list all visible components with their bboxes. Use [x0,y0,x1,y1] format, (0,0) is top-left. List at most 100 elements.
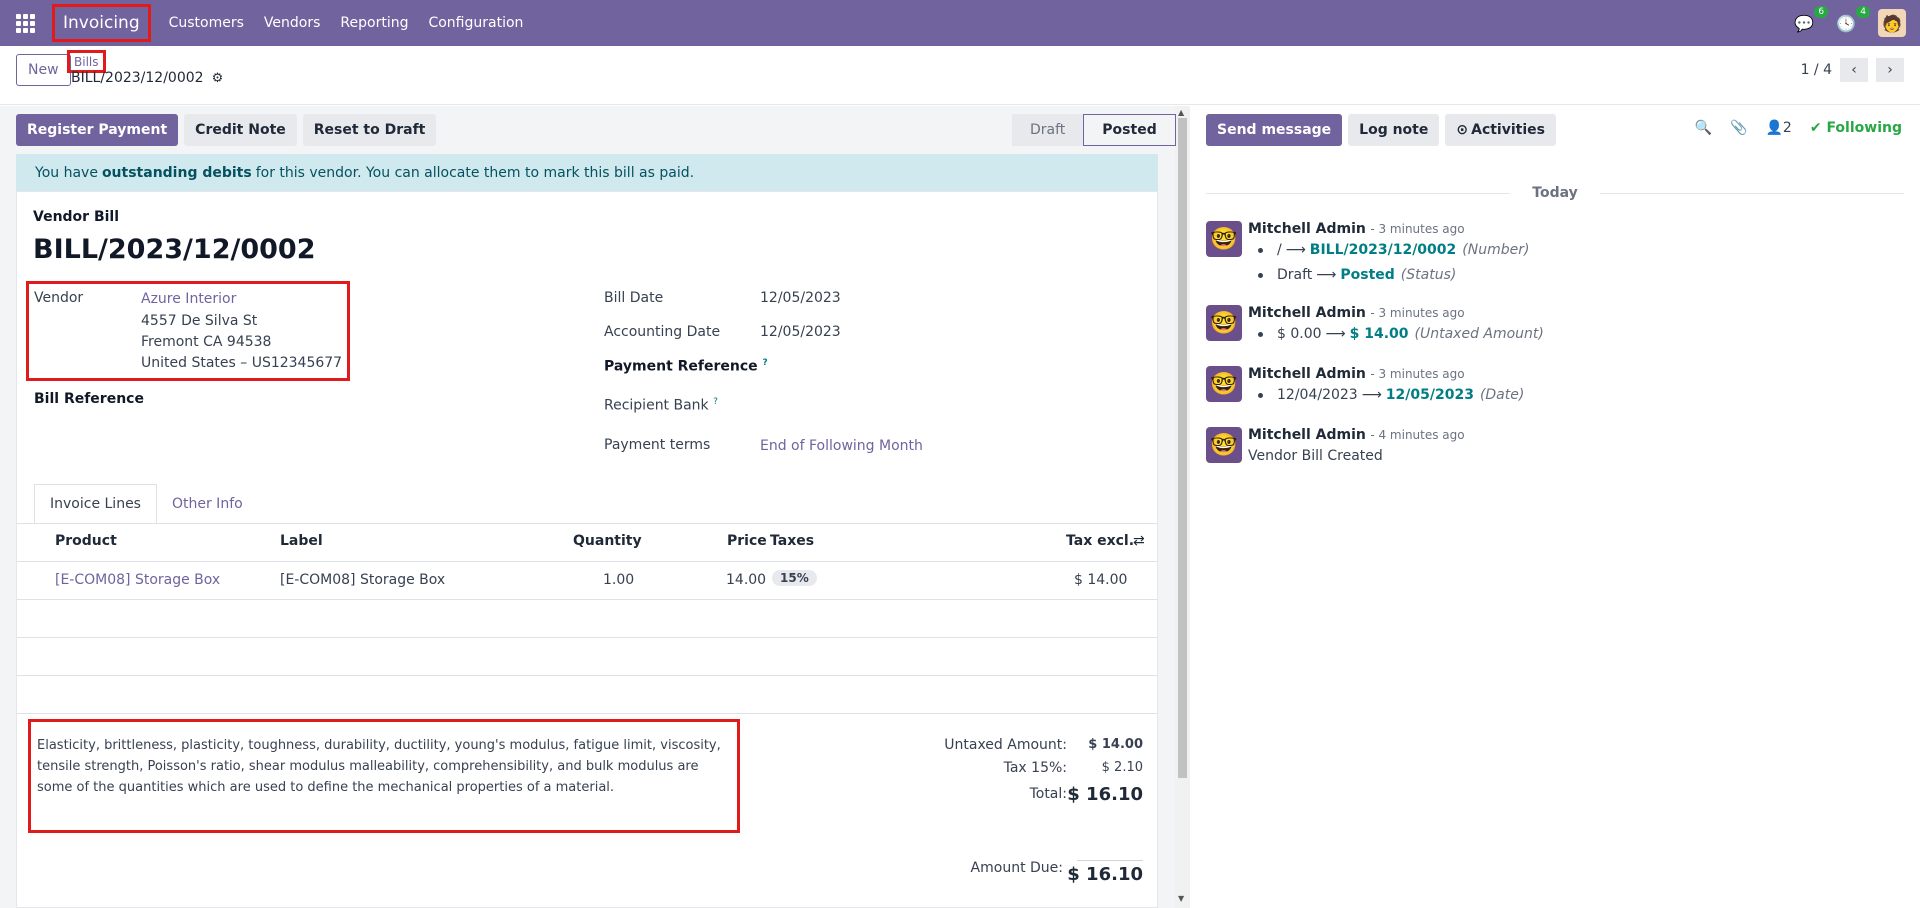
tabs-divider [17,523,1157,524]
message-author[interactable]: Mitchell Admin [1248,305,1366,321]
menu-reporting[interactable]: Reporting [330,15,418,31]
stage-draft[interactable]: Draft [1012,114,1084,146]
stage-posted[interactable]: Posted [1083,114,1176,146]
scrollbar-thumb[interactable] [1178,118,1187,778]
message-author[interactable]: Mitchell Admin [1248,366,1366,382]
payment-reference-help-icon[interactable]: ? [763,358,768,368]
menu-configuration[interactable]: Configuration [418,15,533,31]
menu-vendors[interactable]: Vendors [254,15,330,31]
bill-date-value[interactable]: 12/05/2023 [760,290,841,306]
optional-columns-icon[interactable]: ⇄ [1133,533,1145,549]
main-menu: Customers Vendors Reporting Configuratio… [159,15,534,31]
untaxed-amount-label: Untaxed Amount: [944,737,1067,753]
col-tax-excl-header[interactable]: Tax excl. [1066,533,1134,549]
breadcrumb-current-label: BILL/2023/12/0002 [71,70,204,86]
send-message-button[interactable]: Send message [1206,114,1343,146]
message-time: - 3 minutes ago [1370,222,1465,236]
scroll-down-icon[interactable]: ▼ [1178,894,1184,903]
user-icon: 👤 [1765,120,1783,136]
messages-count-badge: 6 [1814,5,1829,18]
alert-suffix: for this vendor. You can allocate them t… [255,165,695,181]
menu-customers[interactable]: Customers [159,15,254,31]
recipient-bank-label: Recipient Bank ? [604,397,718,414]
author-avatar[interactable]: 🤓 [1206,366,1242,402]
form-scrollbar[interactable]: ▲ ▼ [1175,106,1190,908]
tracking-field: (Untaxed Amount) [1414,326,1544,342]
tracking-value: / ⟶ BILL/2023/12/0002 (Number) [1258,242,1529,258]
chatter-buttons: Send message Log note ⊙ Activities [1206,114,1556,146]
line-quantity[interactable]: 1.00 [603,572,634,588]
message-time: - 4 minutes ago [1370,428,1465,442]
reset-to-draft-button[interactable]: Reset to Draft [302,114,437,146]
pager-next-icon[interactable]: › [1876,58,1904,82]
bill-reference-label: Bill Reference [34,391,144,407]
arrow-right-icon: ⟶ [1316,267,1337,283]
message-item: 🤓 Mitchell Admin - 3 minutes ago $ 0.00 ⟶… [1206,305,1896,345]
payment-terms-value[interactable]: End of Following Month [760,438,923,454]
recipient-bank-text: Recipient Bank [604,397,709,414]
followers-button[interactable]: 👤2 [1765,120,1791,136]
tab-other-info[interactable]: Other Info [157,484,258,524]
message-author[interactable]: Mitchell Admin [1248,221,1366,237]
tracking-new: $ 14.00 [1349,326,1409,342]
message-header: Mitchell Admin - 3 minutes ago [1248,366,1465,382]
row-divider [17,599,1157,600]
recipient-bank-help-icon[interactable]: ? [713,397,718,407]
line-product[interactable]: [E-COM08] Storage Box [55,572,220,588]
gear-icon[interactable]: ⚙ [212,71,224,86]
activities-button[interactable]: ⊙ Activities [1445,114,1556,146]
pager-value[interactable]: 1 / 4 [1801,62,1832,78]
amount-due-divider [1077,860,1143,861]
vendor-name[interactable]: Azure Interior [141,291,236,307]
line-tax-badge[interactable]: 15% [772,570,817,586]
tracking-old: 12/04/2023 [1277,387,1358,403]
author-avatar[interactable]: 🤓 [1206,427,1242,463]
user-avatar[interactable]: 🧑 [1878,9,1906,37]
date-separator-label: Today [1532,185,1578,201]
line-label[interactable]: [E-COM08] Storage Box [280,572,445,588]
tracking-field: (Date) [1479,387,1525,403]
paperclip-icon[interactable]: 📎 [1730,120,1747,136]
pager-previous-icon[interactable]: ‹ [1840,58,1868,82]
arrow-right-icon: ⟶ [1285,242,1306,258]
accounting-date-label: Accounting Date [604,324,721,340]
col-label-header[interactable]: Label [280,533,323,549]
author-avatar[interactable]: 🤓 [1206,221,1242,257]
message-header: Mitchell Admin - 4 minutes ago [1248,427,1465,443]
col-product-header[interactable]: Product [55,533,117,549]
tracking-new: Posted [1340,267,1395,283]
col-price-header[interactable]: Price [727,533,767,549]
line-price[interactable]: 14.00 [726,572,766,588]
log-note-button[interactable]: Log note [1348,114,1440,146]
tracking-old: $ 0.00 [1277,326,1322,342]
tax-label: Tax 15%: [1003,760,1067,776]
accounting-date-value[interactable]: 12/05/2023 [760,324,841,340]
breadcrumb-current: BILL/2023/12/0002 ⚙ [71,70,223,86]
outstanding-debits-alert: You have outstanding debits for this ven… [16,154,1158,192]
scroll-up-icon[interactable]: ▲ [1178,108,1184,117]
credit-note-button[interactable]: Credit Note [184,114,297,146]
payment-reference-label: Payment Reference ? [604,358,768,375]
register-payment-button[interactable]: Register Payment [16,114,179,146]
bill-date-label: Bill Date [604,290,664,306]
alert-bold-link[interactable]: outstanding debits [102,165,252,181]
app-name-invoicing[interactable]: Invoicing [52,4,151,42]
total-value: $ 16.10 [1067,784,1143,805]
terms-notes-text[interactable]: Elasticity, brittleness, plasticity, tou… [37,735,737,798]
message-body: Vendor Bill Created [1248,448,1383,464]
arrow-right-icon: ⟶ [1325,326,1346,342]
messages-icon[interactable]: 💬 6 [1794,5,1829,33]
search-icon[interactable]: 🔍 [1695,120,1712,136]
alert-prefix: You have [35,165,98,181]
row-divider [17,713,1157,714]
col-taxes-header[interactable]: Taxes [770,533,814,549]
message-header: Mitchell Admin - 3 minutes ago [1248,221,1465,237]
tab-invoice-lines[interactable]: Invoice Lines [34,484,157,524]
col-quantity-header[interactable]: Quantity [573,533,642,549]
new-button[interactable]: New [16,54,71,86]
message-author[interactable]: Mitchell Admin [1248,427,1366,443]
following-button[interactable]: ✔ Following [1810,120,1902,136]
apps-menu-icon[interactable] [16,12,42,34]
activities-clock-icon[interactable]: 🕓 4 [1836,5,1870,33]
author-avatar[interactable]: 🤓 [1206,305,1242,341]
